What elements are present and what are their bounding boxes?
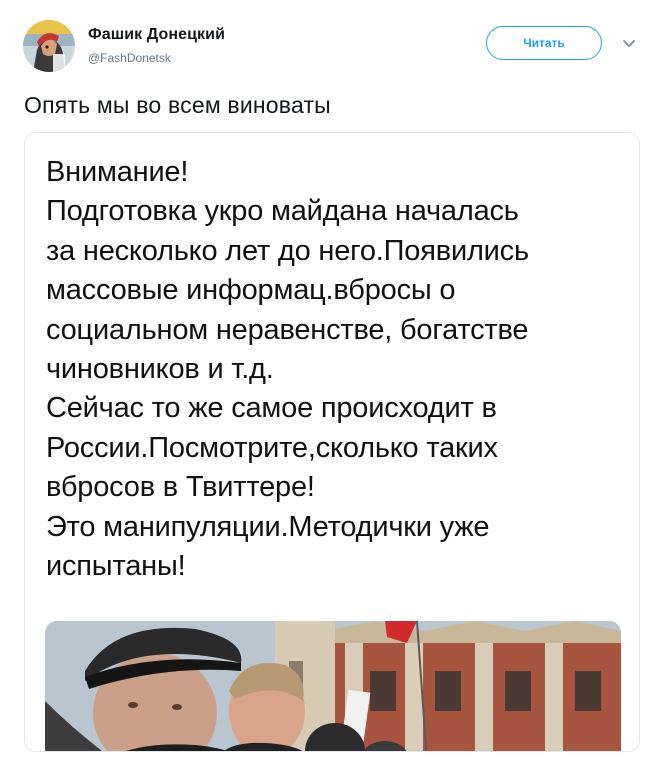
- card-line: Это манипуляции.Методички уже: [46, 510, 490, 543]
- avatar[interactable]: [23, 20, 75, 72]
- card-line: за несколько лет до него.Появились: [46, 234, 529, 267]
- card-text: Внимание! Подготовка укро майдана начала…: [46, 153, 529, 586]
- card-line: России.Посмотрите,сколько таких: [46, 431, 498, 464]
- card-line: Сейчас то же самое происходит в: [46, 392, 497, 425]
- card-line: чиновников и т.д.: [46, 353, 274, 386]
- card-line: массовые информац.вбросы о: [46, 274, 456, 307]
- card-line: Подготовка укро майдана началась: [46, 195, 519, 228]
- chevron-down-icon[interactable]: [620, 34, 638, 52]
- user-handle[interactable]: @FashDonetsk: [88, 51, 171, 65]
- display-name[interactable]: Фашик Донецкий: [88, 26, 225, 44]
- tweet-text: Опять мы во всем виноваты: [24, 92, 331, 118]
- card-line: испытаны!: [46, 550, 186, 583]
- card-line: Внимание!: [46, 156, 189, 188]
- tweet: Фашик Донецкий @FashDonetsk Читать Опять…: [0, 0, 660, 757]
- avatar-image: [23, 20, 75, 72]
- embedded-image-card[interactable]: Внимание! Подготовка укро майдана начала…: [24, 132, 640, 752]
- card-line: вбросов в Твиттере!: [46, 471, 315, 504]
- protest-photo: [45, 621, 621, 751]
- follow-button[interactable]: Читать: [486, 26, 602, 60]
- card-line: социальном неравенстве, богатстве: [46, 313, 529, 346]
